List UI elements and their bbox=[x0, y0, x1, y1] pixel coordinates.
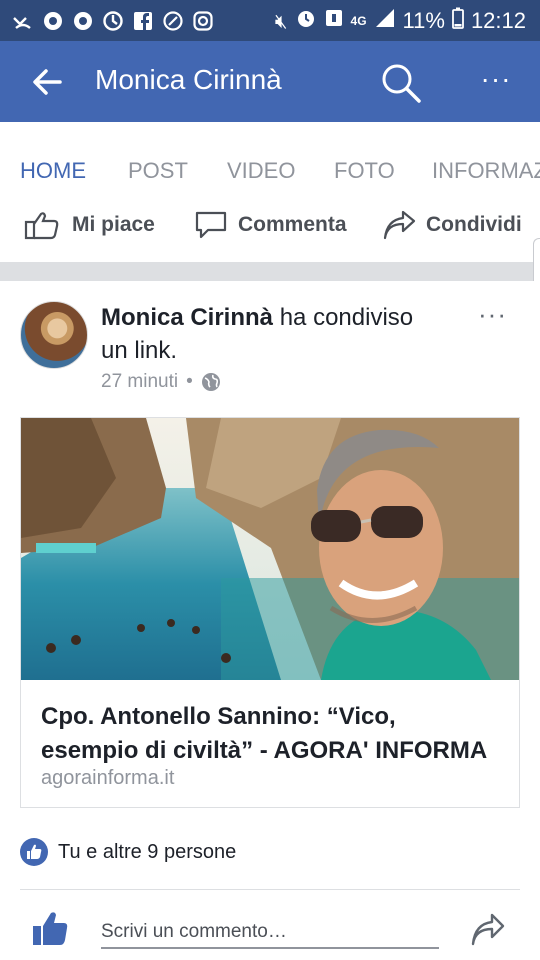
signal-icon bbox=[374, 8, 396, 34]
post-footer-divider bbox=[20, 889, 520, 890]
missed-call-icon bbox=[12, 10, 34, 32]
post-options-button[interactable]: ··· bbox=[478, 299, 507, 330]
link-title-line-2: esempio di civiltà” - AGORA' INFORMA bbox=[41, 737, 488, 764]
reactions-summary[interactable]: Tu e altre 9 persone bbox=[20, 838, 236, 866]
comment-input[interactable] bbox=[101, 917, 439, 949]
post-meta: 27 minuti • bbox=[101, 371, 221, 393]
page-title: Monica Cirinnà bbox=[95, 64, 282, 95]
like-post-button[interactable] bbox=[32, 911, 68, 947]
status-bar: 🔇︎ 4G 11% 12:12 bbox=[0, 0, 540, 41]
comment-composer bbox=[0, 901, 540, 960]
battery-icon bbox=[452, 7, 464, 35]
link-title-line-1: Cpo. Antonello Sannino: “Vico, bbox=[41, 703, 396, 730]
share-page-button[interactable]: Condividi bbox=[382, 210, 522, 240]
search-icon[interactable] bbox=[380, 62, 422, 104]
instagram-icon bbox=[192, 10, 214, 32]
tab-informazioni[interactable]: INFORMAZ bbox=[432, 158, 540, 184]
tab-foto[interactable]: FOTO bbox=[334, 158, 395, 184]
author-name[interactable]: Monica Cirinnà bbox=[101, 304, 273, 331]
comment-bubble-icon bbox=[195, 211, 227, 239]
feed-post: Monica Cirinnà ha condiviso un link. ···… bbox=[0, 281, 540, 960]
nfc-icon bbox=[324, 8, 344, 34]
back-arrow-icon[interactable] bbox=[30, 65, 64, 99]
share-post-button[interactable] bbox=[470, 913, 506, 947]
thumbs-up-outline-icon bbox=[24, 212, 59, 240]
section-divider bbox=[0, 262, 540, 281]
whatsapp-icon bbox=[162, 10, 184, 32]
notification-icons bbox=[0, 10, 214, 32]
share-label: Condividi bbox=[426, 213, 522, 236]
like-reaction-icon bbox=[20, 838, 48, 866]
share-arrow-icon bbox=[383, 210, 416, 240]
like-label: Mi piace bbox=[72, 213, 155, 236]
mute-icon: 🔇︎ bbox=[274, 8, 288, 33]
overflow-menu-button[interactable]: ··· bbox=[476, 63, 516, 99]
meta-separator: • bbox=[186, 371, 193, 392]
like-page-button[interactable]: Mi piace bbox=[24, 210, 155, 240]
post-header: Monica Cirinnà ha condiviso un link. bbox=[101, 301, 441, 367]
battery-percent: 11% bbox=[402, 7, 445, 33]
alarm-icon bbox=[295, 7, 317, 35]
reactions-text: Tu e altre 9 persone bbox=[58, 840, 237, 863]
facebook-icon bbox=[132, 10, 154, 32]
system-indicators: 🔇︎ 4G 11% 12:12 bbox=[275, 0, 526, 41]
link-preview-image bbox=[21, 418, 519, 680]
tab-home[interactable]: HOME bbox=[20, 158, 86, 184]
link-domain: agorainforma.it bbox=[41, 767, 175, 789]
chrome-icon bbox=[72, 10, 94, 32]
link-preview-card[interactable]: Cpo. Antonello Sannino: “Vico, esempio d… bbox=[20, 417, 520, 808]
sync-icon bbox=[102, 10, 124, 32]
tab-video[interactable]: VIDEO bbox=[227, 158, 295, 184]
link-title[interactable]: Cpo. Antonello Sannino: “Vico, esempio d… bbox=[41, 700, 501, 768]
network-type: 4G bbox=[350, 13, 367, 28]
tab-post[interactable]: POST bbox=[128, 158, 188, 184]
app-bar: Monica Cirinnà ··· bbox=[0, 41, 540, 122]
page-actions-row: Mi piace Commenta Condividi bbox=[0, 200, 540, 258]
post-timestamp[interactable]: 27 minuti bbox=[101, 371, 178, 393]
chrome-icon bbox=[42, 10, 64, 32]
comment-label: Commenta bbox=[238, 213, 347, 236]
author-avatar[interactable] bbox=[20, 301, 88, 369]
globe-icon bbox=[201, 373, 220, 391]
comment-page-button[interactable]: Commenta bbox=[194, 210, 347, 240]
clock: 12:12 bbox=[470, 7, 526, 33]
